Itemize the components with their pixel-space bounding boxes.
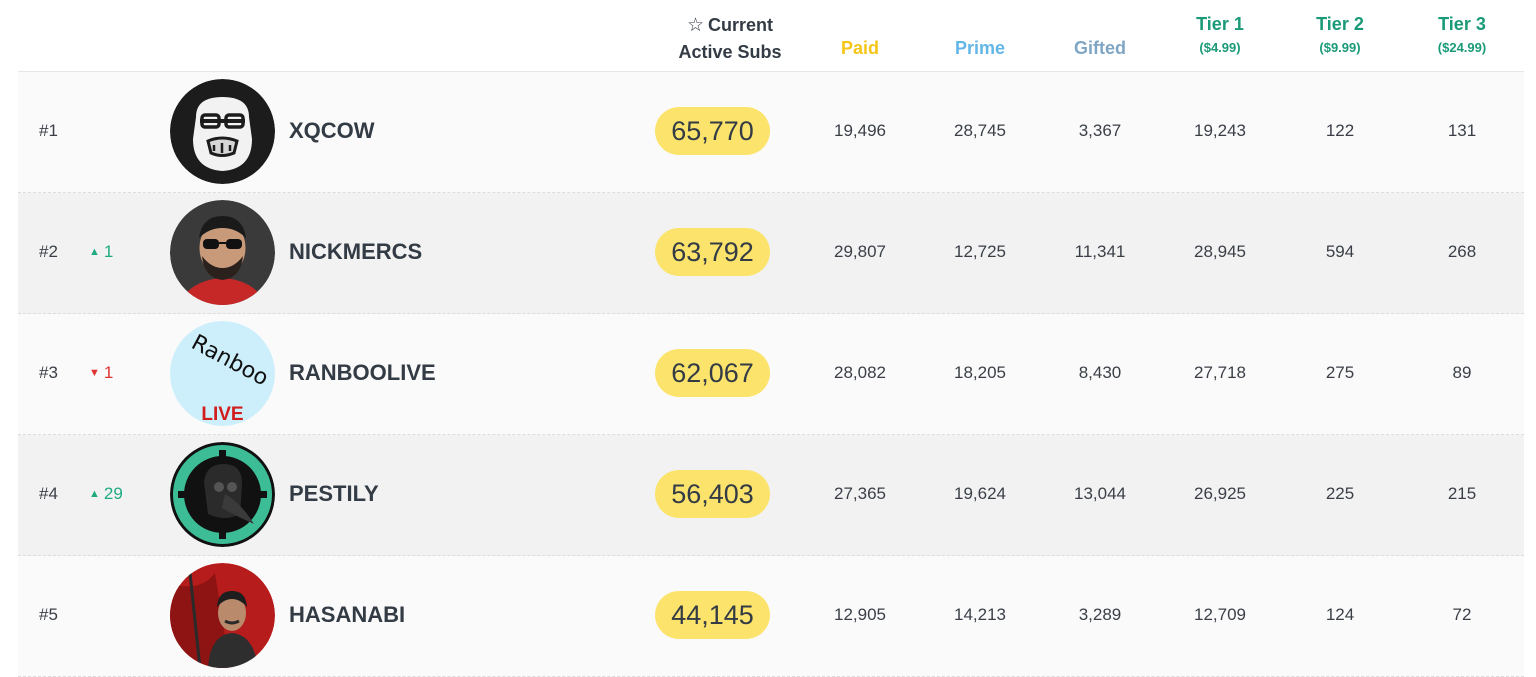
rank-number: #2	[39, 242, 58, 261]
rank-change-value: 29	[103, 484, 123, 503]
current-active-subs-value: 56,403	[655, 470, 770, 518]
tier3-value: 72	[1452, 605, 1472, 624]
current-active-subs-value: 62,067	[655, 349, 770, 397]
tier1-value: 19,243	[1194, 121, 1246, 140]
tier3-value: 268	[1447, 242, 1477, 261]
header-tier2-price: ($9.99)	[1319, 40, 1361, 55]
paid-value: 28,082	[834, 363, 886, 382]
rank-number: #4	[39, 484, 58, 503]
rank-change: ▲ 29	[89, 484, 123, 504]
prime-value: 12,725	[954, 242, 1006, 261]
gifted-value: 11,341	[1074, 242, 1126, 261]
tier1-value: 27,718	[1194, 363, 1246, 382]
tier2-value: 275	[1325, 363, 1355, 382]
table-row[interactable]: #2 ▲ 1 NICKMERCS 63,792 29,807 12,725 11,…	[18, 193, 1524, 314]
streamer-name[interactable]: NICKMERCS	[289, 239, 422, 265]
triangle-down-icon: ▼	[89, 367, 100, 379]
ranboo-live-avatar[interactable]: Ranboo LIVE	[170, 321, 275, 426]
header-prime[interactable]: Prime	[920, 38, 1040, 59]
triangle-up-icon: ▲	[89, 488, 100, 500]
header-tier1-label: Tier 1	[1196, 14, 1244, 34]
tier1-value: 12,709	[1194, 605, 1246, 624]
prime-value: 14,213	[954, 605, 1006, 624]
gifted-value: 3,367	[1078, 121, 1122, 140]
prime-value: 18,205	[954, 363, 1006, 382]
triangle-up-icon: ▲	[89, 246, 100, 258]
rank-number: #1	[39, 121, 58, 140]
paid-value: 19,496	[834, 121, 886, 140]
plague-doctor-avatar[interactable]	[170, 442, 275, 547]
header-tier3-label: Tier 3	[1438, 14, 1486, 34]
streamer-name[interactable]: PESTILY	[289, 481, 379, 507]
header-active-line1: Current	[708, 15, 774, 35]
table-header: ☆ Current Active Subs Paid Prime Gifted T…	[18, 0, 1524, 72]
tier2-value: 594	[1325, 242, 1355, 261]
live-badge-text: LIVE	[201, 404, 243, 425]
rank-number: #3	[39, 363, 58, 382]
current-active-subs-value: 63,792	[655, 228, 770, 276]
header-gifted[interactable]: Gifted	[1040, 38, 1160, 59]
gifted-value: 3,289	[1078, 605, 1122, 624]
header-tier1[interactable]: Tier 1 ($4.99)	[1160, 11, 1280, 59]
table-row[interactable]: #4 ▲ 29 PESTILY 56,403 27,365 19,624 13,0…	[18, 435, 1524, 556]
rank-change: ▼ 1	[89, 363, 113, 383]
rank-number: #5	[39, 605, 58, 624]
header-active-line2: Active Subs	[678, 42, 782, 62]
gorilla-glasses-avatar[interactable]	[170, 79, 275, 184]
gifted-value: 13,044	[1074, 484, 1126, 503]
prime-value: 28,745	[954, 121, 1006, 140]
header-tier2-label: Tier 2	[1316, 14, 1364, 34]
rank-change-value: 1	[103, 363, 114, 382]
star-outline-icon: ☆	[686, 15, 705, 36]
header-paid[interactable]: Paid	[800, 38, 920, 59]
prime-value: 19,624	[954, 484, 1006, 503]
man-sunglasses-avatar[interactable]	[170, 200, 275, 305]
header-tier2[interactable]: Tier 2 ($9.99)	[1280, 11, 1400, 59]
tier1-value: 26,925	[1194, 484, 1246, 503]
tier2-value: 122	[1325, 121, 1355, 140]
streamer-name[interactable]: RANBOOLIVE	[289, 360, 436, 386]
streamer-name[interactable]: HASANABI	[289, 602, 405, 628]
table-row[interactable]: #3 ▼ 1 Ranboo LIVE RANBOOLIVE 62,067 28,0…	[18, 314, 1524, 435]
current-active-subs-value: 44,145	[655, 591, 770, 639]
gifted-value: 8,430	[1078, 363, 1122, 382]
header-current-active-subs[interactable]: ☆ Current Active Subs	[658, 12, 802, 65]
subs-leaderboard-table: ☆ Current Active Subs Paid Prime Gifted T…	[18, 0, 1524, 677]
tier1-value: 28,945	[1194, 242, 1246, 261]
tier3-value: 89	[1452, 363, 1472, 382]
rank-change-value: 1	[103, 242, 114, 261]
rank-change: ▲ 1	[89, 242, 113, 262]
header-tier3-price: ($24.99)	[1437, 40, 1487, 55]
man-red-flag-avatar[interactable]	[170, 563, 275, 668]
tier2-value: 124	[1325, 605, 1355, 624]
tier2-value: 225	[1325, 484, 1355, 503]
tier3-value: 131	[1447, 121, 1477, 140]
tier3-value: 215	[1447, 484, 1477, 503]
current-active-subs-value: 65,770	[655, 107, 770, 155]
table-row[interactable]: #1 XQCOW 65,770 19,496 28,745 3,367 19,2…	[18, 72, 1524, 193]
paid-value: 27,365	[834, 484, 886, 503]
streamer-name[interactable]: XQCOW	[289, 118, 375, 144]
header-tier1-price: ($4.99)	[1199, 40, 1241, 55]
paid-value: 12,905	[834, 605, 886, 624]
table-row[interactable]: #5 HASANABI 44,145 12,905 14,213 3,289 1…	[18, 556, 1524, 677]
header-tier3[interactable]: Tier 3 ($24.99)	[1400, 11, 1524, 59]
paid-value: 29,807	[834, 242, 886, 261]
